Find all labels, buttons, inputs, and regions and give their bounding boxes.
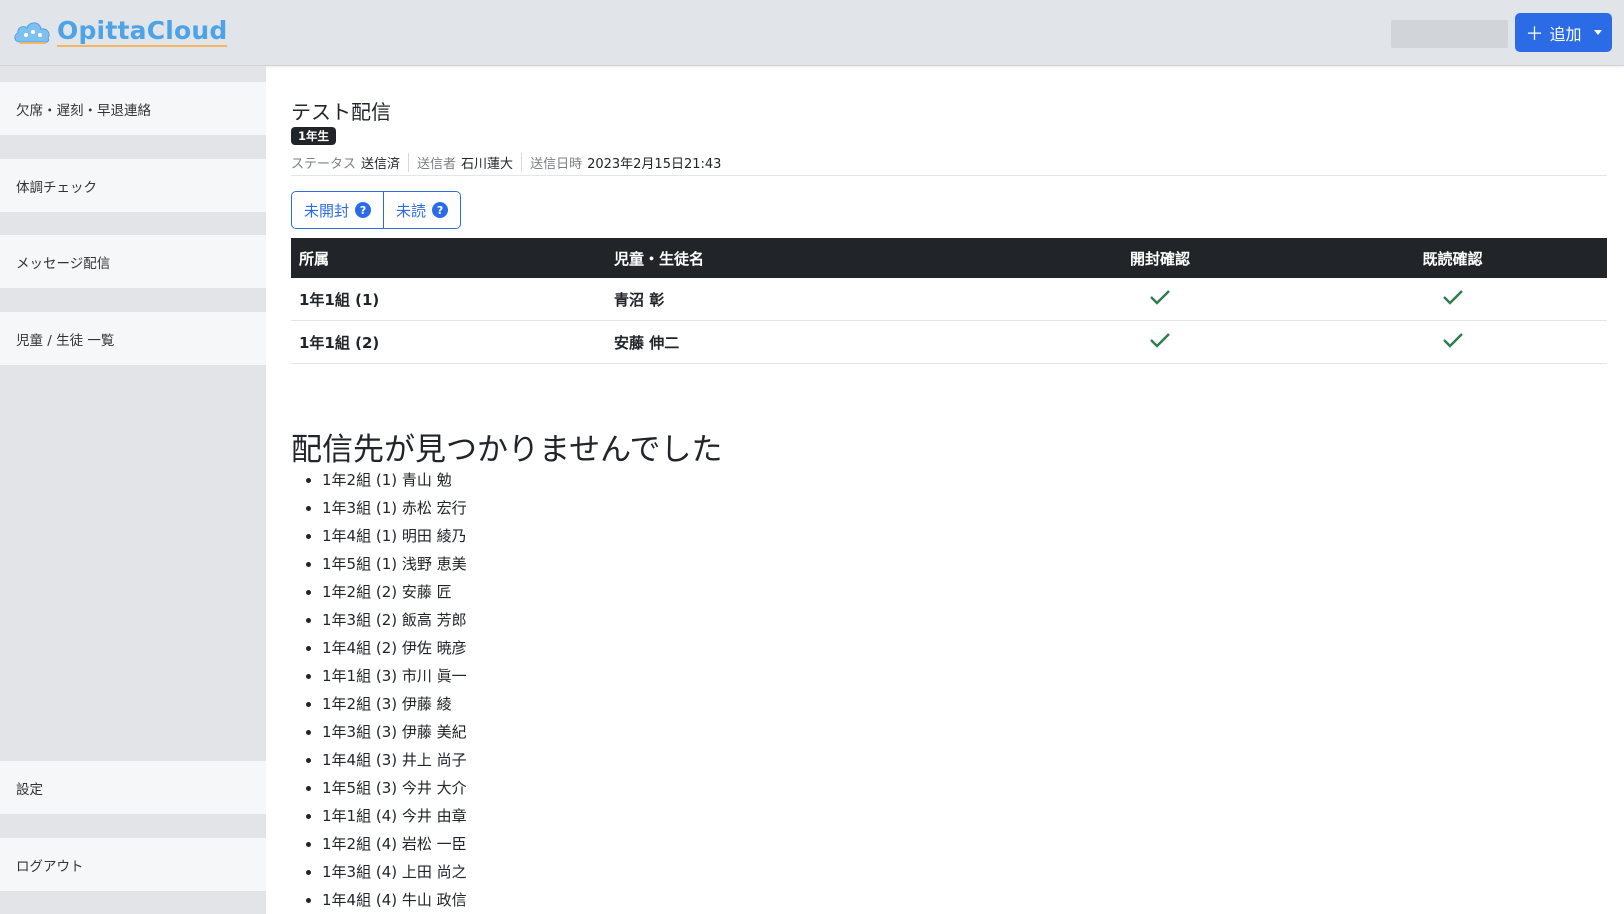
- sidebar-item-label: 欠席・遅刻・早退連絡: [16, 102, 151, 119]
- chevron-down-icon: [1593, 30, 1602, 35]
- user-menu-placeholder[interactable]: [1391, 20, 1508, 48]
- sidebar-item-label: メッセージ配信: [16, 255, 111, 272]
- list-item: 1年2組 (1) 青山 勉: [322, 466, 467, 494]
- student-name-cell: 安藤 伸二: [614, 333, 680, 352]
- opened-cell: [1014, 331, 1306, 353]
- student-name-cell: 青沼 彰: [614, 290, 665, 309]
- affiliation-cell: 1年1組 (1): [299, 290, 380, 309]
- sidebar-item-absence[interactable]: 欠席・遅刻・早退連絡: [0, 82, 266, 135]
- sent-at-key: 送信日時: [530, 157, 583, 172]
- table-row: 1年1組 (2) 安藤 伸二: [291, 321, 1607, 364]
- list-item: 1年3組 (4) 上田 尚之: [322, 858, 467, 886]
- list-item: 1年3組 (1) 赤松 宏行: [322, 494, 467, 522]
- list-item: 1年2組 (2) 安藤 匠: [322, 578, 467, 606]
- sender-key: 送信者: [417, 157, 457, 172]
- status-value: 送信済: [361, 157, 401, 172]
- list-item: 1年4組 (4) 牛山 政信: [322, 886, 467, 914]
- column-header-read: 既読確認: [1422, 249, 1483, 268]
- unread-filter-button[interactable]: 未読 ?: [383, 192, 460, 228]
- sender-value: 石川蓮大: [461, 157, 514, 172]
- recipient-table: 所属 児童・生徒名 開封確認 既読確認 1年1組 (1) 青沼 彰 1年1組 (…: [291, 238, 1607, 364]
- list-item: 1年3組 (2) 飯高 芳郎: [322, 606, 467, 634]
- unread-label: 未読: [396, 201, 427, 220]
- check-icon: [1150, 333, 1170, 348]
- plus-icon: ＋: [1525, 23, 1544, 45]
- sent-at-meta: 送信日時 2023年2月15日21:43: [521, 153, 729, 172]
- sidebar-item-logout[interactable]: ログアウト: [0, 838, 266, 891]
- sidebar-item-label: 体調チェック: [16, 179, 97, 196]
- sidebar-item-students[interactable]: 児童 / 生徒 一覧: [0, 312, 266, 365]
- filter-button-group: 未開封 ? 未読 ?: [291, 191, 462, 229]
- table-row: 1年1組 (1) 青沼 彰: [291, 278, 1607, 321]
- message-meta: ステータス 送信済 送信者 石川蓮大 送信日時 2023年2月15日21:43: [291, 150, 1607, 176]
- sidebar-item-label: 児童 / 生徒 一覧: [16, 332, 115, 349]
- sidebar-item-label: 設定: [16, 781, 43, 798]
- check-icon: [1150, 290, 1170, 305]
- page-title: テスト配信: [291, 100, 391, 124]
- help-icon[interactable]: ?: [432, 202, 449, 218]
- sidebar-item-health-check[interactable]: 体調チェック: [0, 159, 266, 212]
- list-item: 1年3組 (3) 伊藤 美紀: [322, 718, 467, 746]
- opened-cell: [1014, 288, 1306, 310]
- status-meta: ステータス 送信済: [291, 153, 408, 172]
- column-header-name: 児童・生徒名: [614, 249, 705, 268]
- list-item: 1年2組 (4) 岩松 一臣: [322, 830, 467, 858]
- unopened-filter-button[interactable]: 未開封 ?: [292, 192, 383, 228]
- logo-text: OpittaCloud: [57, 16, 228, 47]
- list-item: 1年4組 (3) 井上 尚子: [322, 746, 467, 774]
- column-header-affiliation: 所属: [299, 249, 330, 268]
- status-key: ステータス: [291, 157, 357, 172]
- check-icon: [1442, 290, 1463, 305]
- table-header: 所属 児童・生徒名 開封確認 既読確認: [291, 238, 1607, 278]
- sidebar-item-messages[interactable]: メッセージ配信: [0, 235, 266, 288]
- sidebar-item-label: ログアウト: [16, 858, 84, 875]
- sender-meta: 送信者 石川蓮大: [408, 153, 521, 172]
- read-cell: [1306, 331, 1599, 353]
- sidebar: 欠席・遅刻・早退連絡 体調チェック メッセージ配信 児童 / 生徒 一覧 設定 …: [0, 66, 266, 914]
- help-icon[interactable]: ?: [355, 202, 372, 218]
- list-item: 1年5組 (1) 浅野 恵美: [322, 550, 467, 578]
- list-item: 1年1組 (4) 今井 由章: [322, 802, 467, 830]
- check-icon: [1442, 333, 1463, 348]
- list-item: 1年1組 (3) 市川 眞一: [322, 662, 467, 690]
- affiliation-cell: 1年1組 (2): [299, 333, 380, 352]
- not-found-heading: 配信先が見つかりませんでした: [291, 432, 723, 468]
- not-found-list: 1年2組 (1) 青山 勉 1年3組 (1) 赤松 宏行 1年4組 (1) 明田…: [291, 466, 467, 914]
- sent-at-value: 2023年2月15日21:43: [587, 157, 722, 172]
- sidebar-item-settings[interactable]: 設定: [0, 761, 266, 814]
- cloud-logo-icon: [14, 22, 50, 44]
- list-item: 1年5組 (3) 今井 大介: [322, 774, 467, 802]
- app-logo[interactable]: OpittaCloud: [12, 16, 228, 48]
- column-header-opened: 開封確認: [1129, 249, 1190, 268]
- list-item: 1年4組 (2) 伊佐 暁彦: [322, 634, 467, 662]
- unopened-label: 未開封: [304, 201, 350, 220]
- top-header: OpittaCloud ＋ 追加: [0, 0, 1624, 66]
- add-button-label: 追加: [1549, 24, 1582, 44]
- grade-badge: 1年生: [291, 127, 337, 145]
- read-cell: [1306, 288, 1599, 310]
- list-item: 1年2組 (3) 伊藤 綾: [322, 690, 467, 718]
- list-item: 1年4組 (1) 明田 綾乃: [322, 522, 467, 550]
- add-button[interactable]: ＋ 追加: [1515, 13, 1612, 52]
- main-content: テスト配信 1年生 ステータス 送信済 送信者 石川蓮大 送信日時 2023年2…: [291, 66, 1607, 914]
